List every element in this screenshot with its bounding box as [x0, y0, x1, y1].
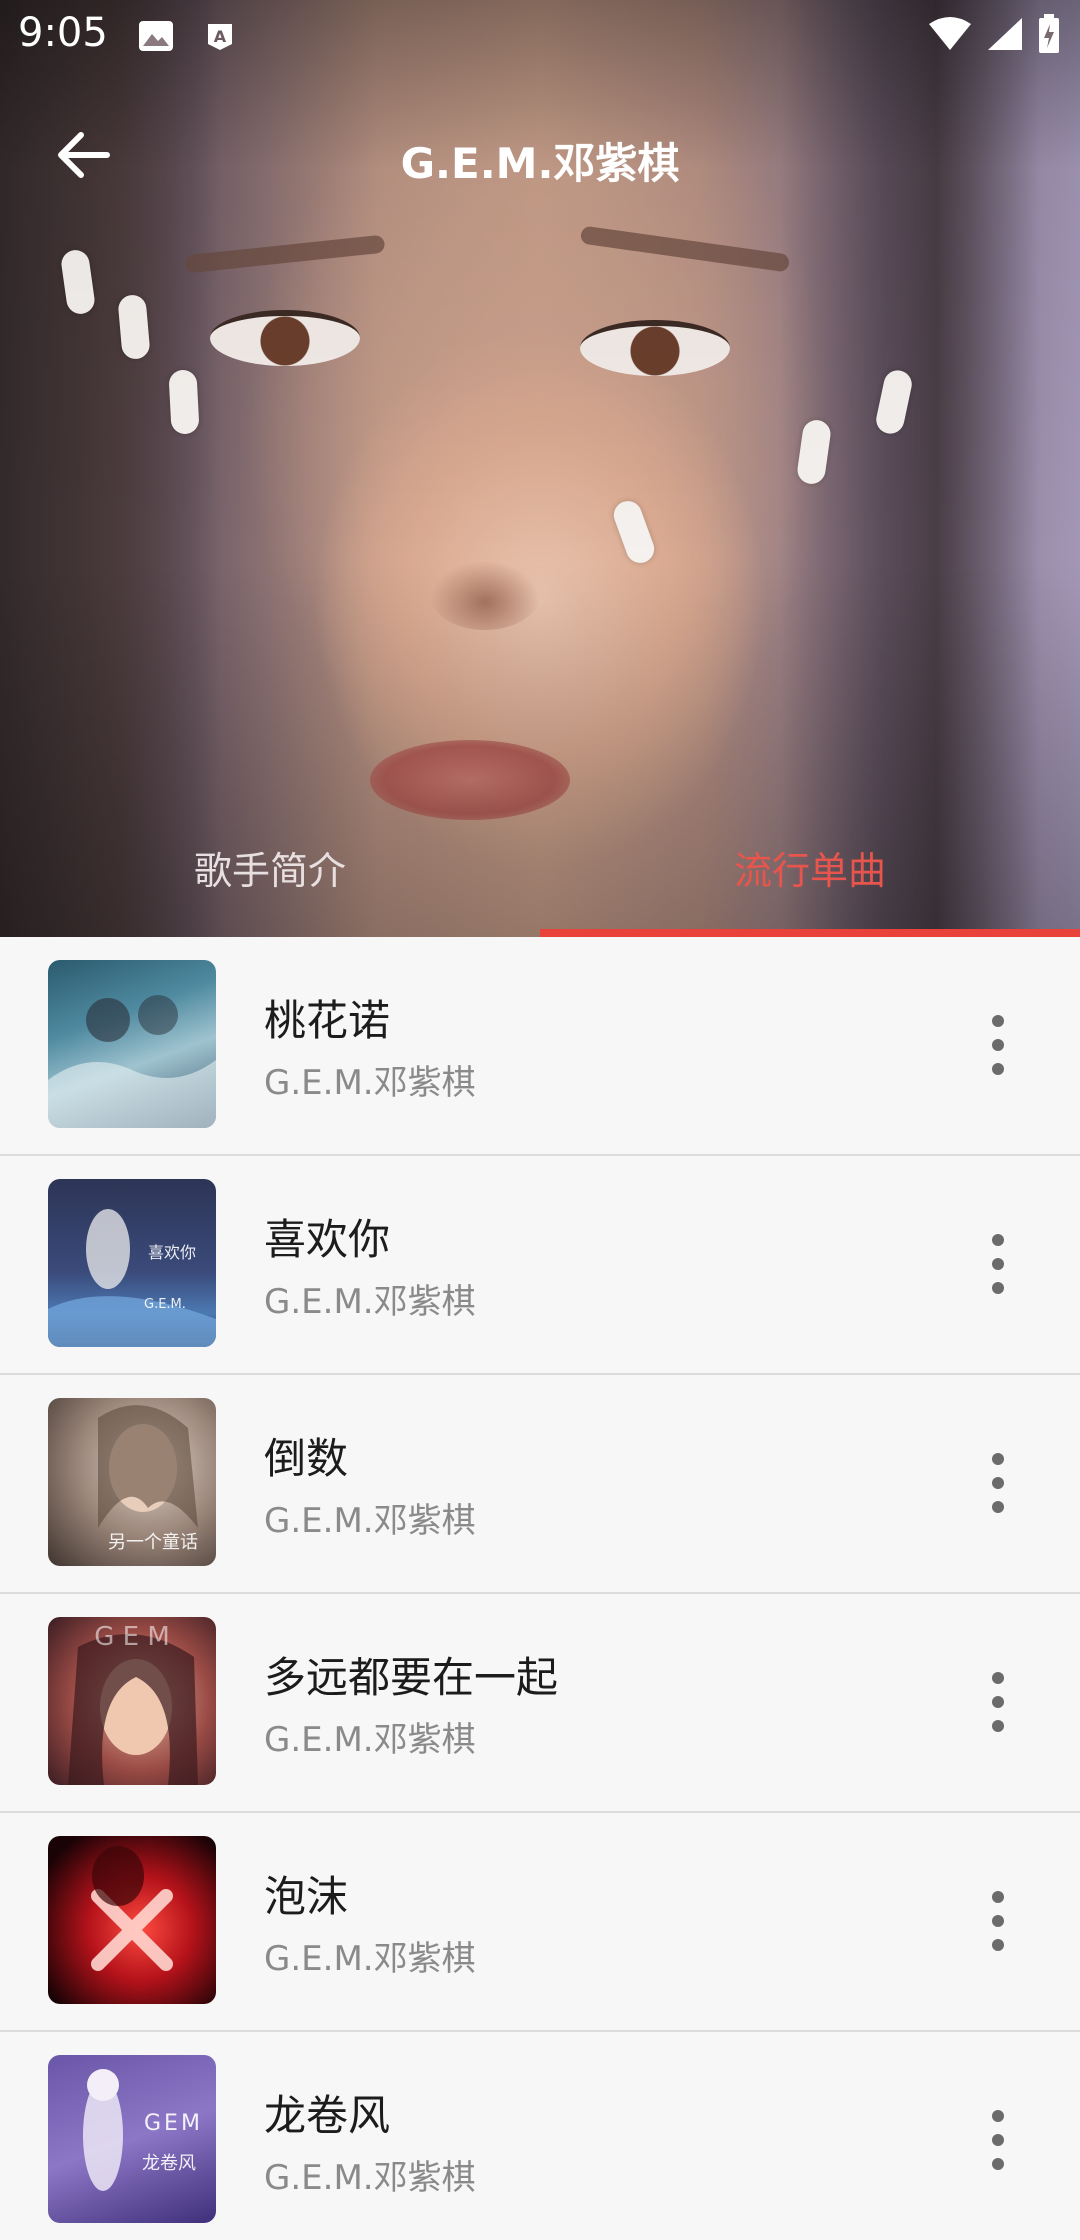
tab-active-indicator: [540, 929, 1080, 937]
song-row[interactable]: 喜欢你 G.E.M. 喜欢你 G.E.M.邓紫棋: [0, 1156, 1080, 1375]
song-title: 龙卷风: [264, 2091, 391, 2140]
song-row[interactable]: 另一个童话 倒数 G.E.M.邓紫棋: [0, 1375, 1080, 1594]
album-cover: [48, 960, 216, 1128]
song-artist: G.E.M.邓紫棋: [264, 1720, 476, 1760]
svg-text:G E M: G E M: [94, 1622, 170, 1652]
more-vert-icon-dot: [992, 1939, 1004, 1951]
more-vert-icon-dot: [992, 1039, 1004, 1051]
wifi-icon: [928, 16, 972, 56]
more-vert-icon-dot: [992, 1234, 1004, 1246]
signal-icon: [986, 16, 1024, 56]
more-options-button[interactable]: [986, 1234, 1010, 1294]
more-vert-icon-dot: [992, 1015, 1004, 1027]
more-vert-icon-dot: [992, 1672, 1004, 1684]
song-row[interactable]: GEM 龙卷风 龙卷风 G.E.M.邓紫棋: [0, 2032, 1080, 2240]
song-title: 桃花诺: [264, 996, 391, 1045]
more-options-button[interactable]: [986, 1672, 1010, 1732]
song-title: 多远都要在一起: [264, 1653, 559, 1702]
song-title: 泡沫: [264, 1872, 349, 1921]
song-row[interactable]: 桃花诺 G.E.M.邓紫棋: [0, 937, 1080, 1156]
store-icon: A: [204, 20, 240, 52]
album-cover: 喜欢你 G.E.M.: [48, 1179, 216, 1347]
song-list: 桃花诺 G.E.M.邓紫棋 喜欢你 G.E.M. 喜欢你 G.E.M.邓紫棋 另…: [0, 937, 1080, 2240]
song-artist: G.E.M.邓紫棋: [264, 1939, 476, 1979]
more-vert-icon-dot: [992, 1063, 1004, 1075]
status-time: 9:05: [18, 10, 108, 56]
album-cover: GEM 龙卷风: [48, 2055, 216, 2223]
song-title: 倒数: [264, 1434, 349, 1483]
svg-text:A: A: [214, 27, 227, 46]
cover-text: 龙卷风: [142, 2153, 196, 2174]
page-title: G.E.M.邓紫棋: [400, 139, 680, 188]
cover-text: 喜欢你: [148, 1243, 197, 1262]
more-vert-icon-dot: [992, 1915, 1004, 1927]
more-vert-icon-dot: [992, 1477, 1004, 1489]
more-vert-icon-dot: [992, 1720, 1004, 1732]
song-row[interactable]: G E M 多远都要在一起 G.E.M.邓紫棋: [0, 1594, 1080, 1813]
more-vert-icon-dot: [992, 2134, 1004, 2146]
more-vert-icon-dot: [992, 2158, 1004, 2170]
song-row[interactable]: 泡沫 G.E.M.邓紫棋: [0, 1813, 1080, 2032]
status-right-icons: [928, 14, 1060, 58]
tab-artist-intro[interactable]: 歌手简介: [0, 840, 540, 895]
song-title: 喜欢你: [264, 1215, 391, 1264]
more-options-button[interactable]: [986, 1891, 1010, 1951]
album-cover: [48, 1836, 216, 2004]
status-bar: 9:05 A: [0, 0, 1080, 70]
more-vert-icon-dot: [992, 1258, 1004, 1270]
more-vert-icon-dot: [992, 1453, 1004, 1465]
gallery-icon: [138, 20, 174, 52]
song-artist: G.E.M.邓紫棋: [264, 2158, 476, 2198]
album-cover: 另一个童话: [48, 1398, 216, 1566]
song-artist: G.E.M.邓紫棋: [264, 1282, 476, 1322]
song-artist: G.E.M.邓紫棋: [264, 1063, 476, 1103]
tab-popular-songs[interactable]: 流行单曲: [540, 840, 1080, 895]
cover-text: 另一个童话: [108, 1532, 198, 1553]
more-vert-icon-dot: [992, 1696, 1004, 1708]
more-options-button[interactable]: [986, 1453, 1010, 1513]
album-cover: G E M: [48, 1617, 216, 1785]
more-vert-icon-dot: [992, 2110, 1004, 2122]
cover-text: G.E.M.: [144, 1297, 186, 1312]
more-vert-icon-dot: [992, 1891, 1004, 1903]
more-options-button[interactable]: [986, 2110, 1010, 2170]
more-options-button[interactable]: [986, 1015, 1010, 1075]
cover-text: GEM: [144, 2111, 203, 2136]
more-vert-icon-dot: [992, 1501, 1004, 1513]
more-vert-icon-dot: [992, 1282, 1004, 1294]
battery-icon: [1038, 14, 1060, 58]
song-artist: G.E.M.邓紫棋: [264, 1501, 476, 1541]
